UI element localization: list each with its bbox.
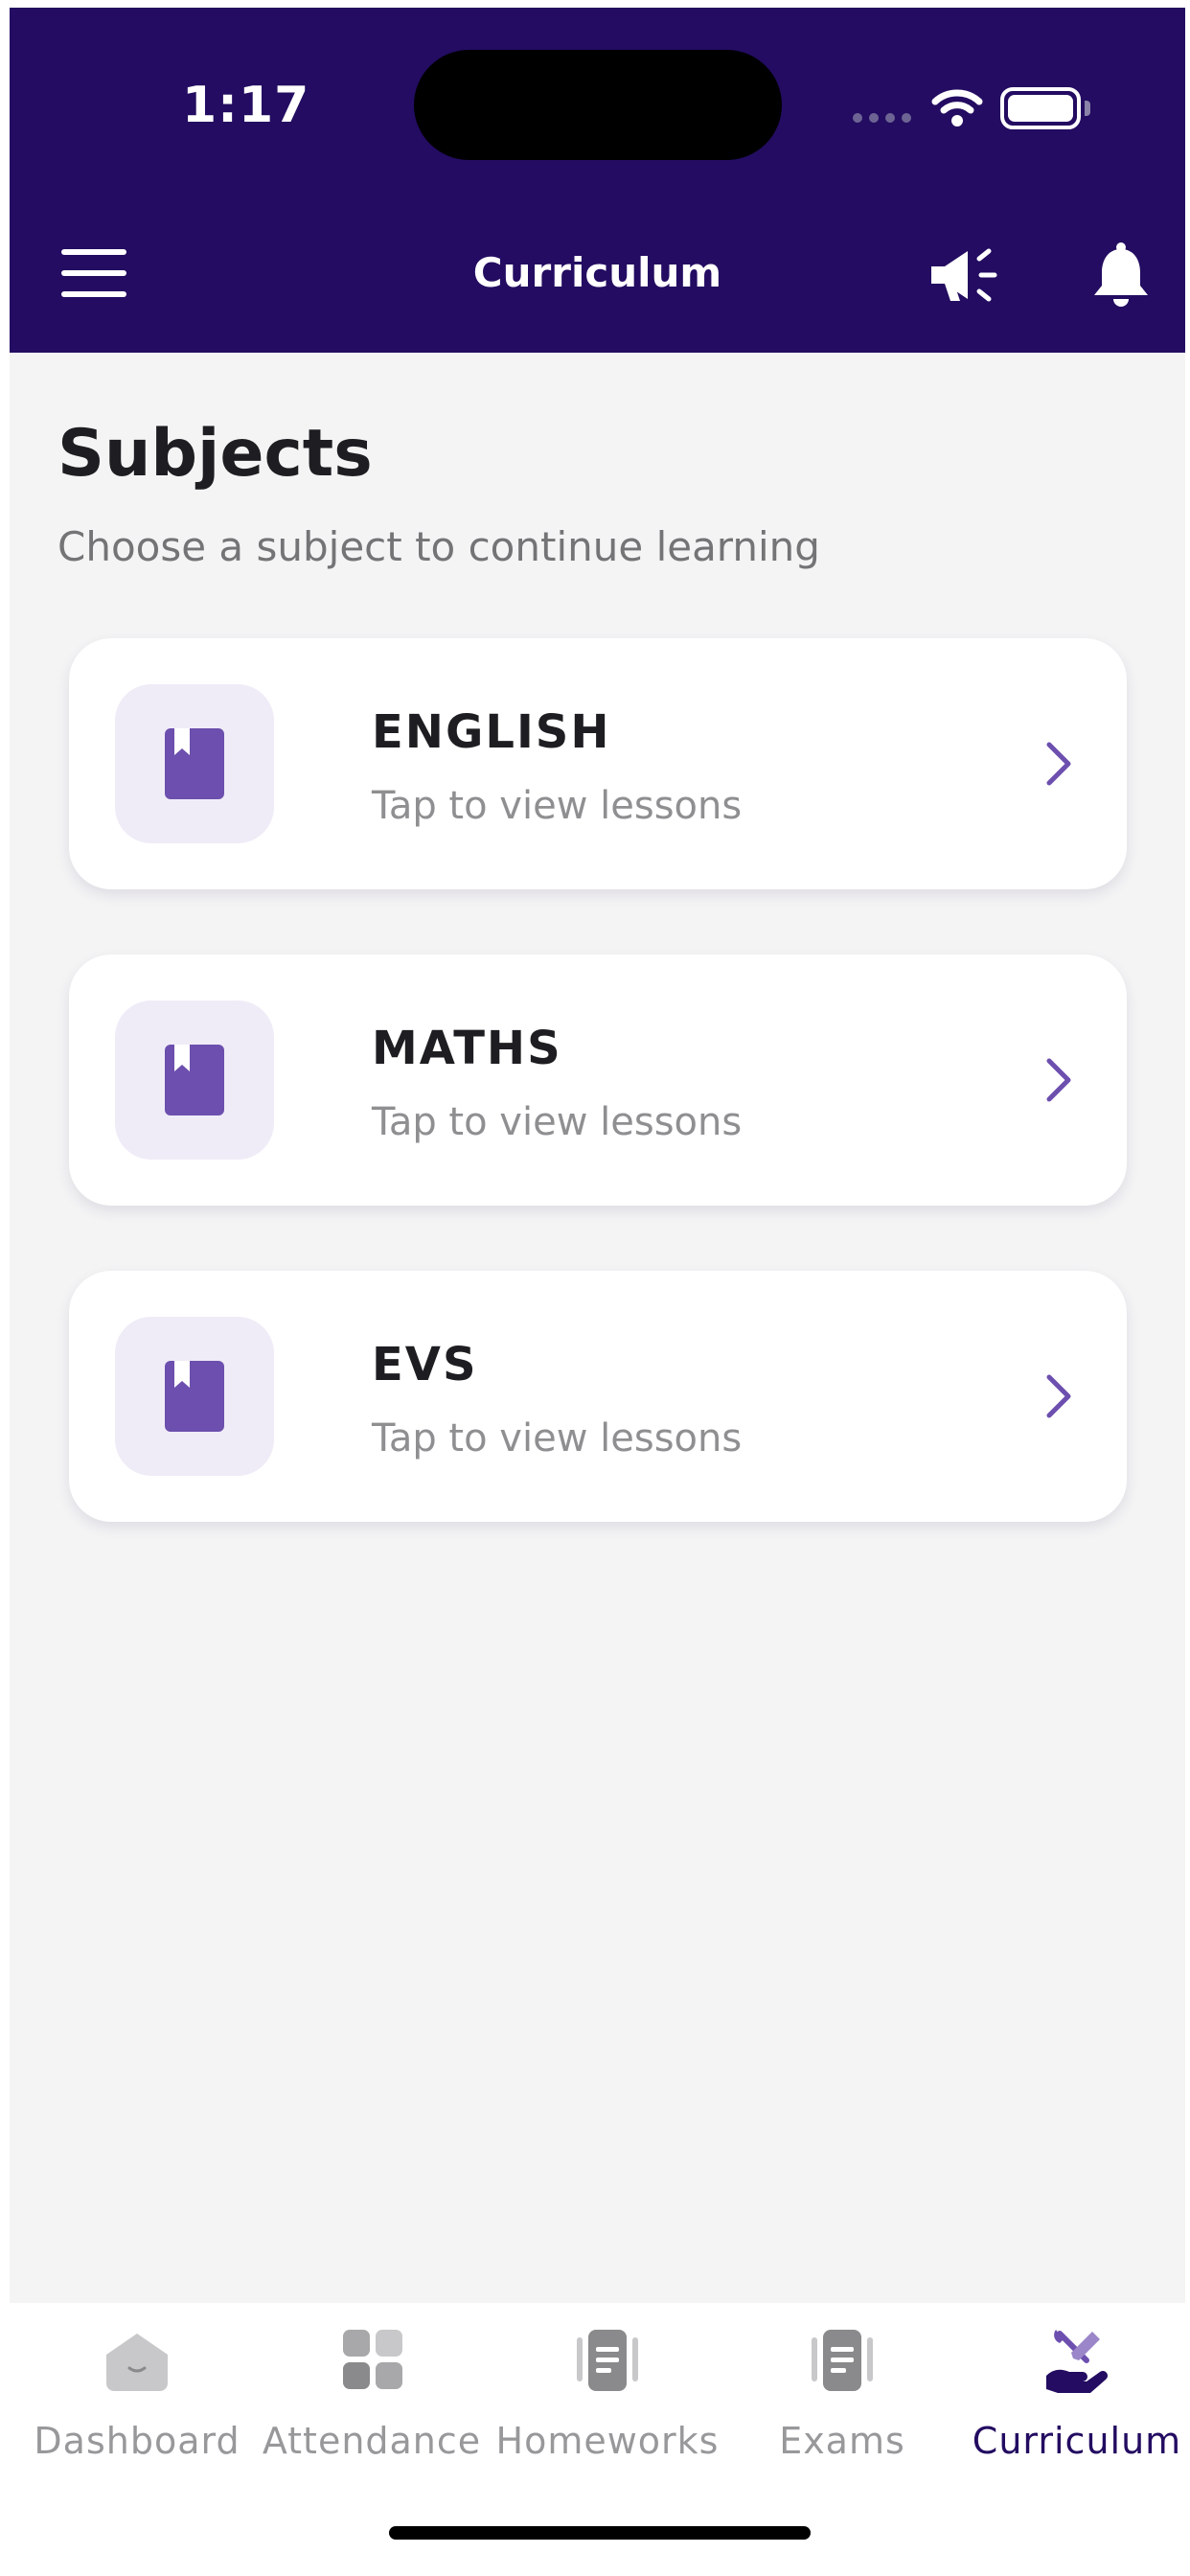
tab-label: Homeworks (495, 2420, 720, 2462)
subject-card-evs[interactable]: EVS Tap to view lessons (69, 1271, 1127, 1522)
megaphone-icon[interactable] (926, 242, 998, 309)
tab-curriculum[interactable]: Curriculum (959, 2326, 1185, 2470)
dynamic-island (414, 50, 782, 160)
tab-attendance[interactable]: Attendance (254, 2326, 490, 2470)
tab-label: Curriculum (972, 2420, 1182, 2462)
subject-name: MATHS (372, 1022, 562, 1075)
tab-exams[interactable]: Exams (724, 2326, 960, 2470)
subject-name: EVS (372, 1338, 478, 1392)
app-header: 1:17 Curriculum (10, 8, 1185, 353)
book-icon (165, 1361, 224, 1432)
document-icon (577, 2330, 638, 2391)
section-subtitle: Choose a subject to continue learning (57, 523, 820, 570)
tab-dashboard[interactable]: Dashboard (19, 2326, 255, 2470)
page-title: Curriculum (472, 249, 722, 296)
book-icon (165, 728, 224, 799)
subject-hint: Tap to view lessons (372, 1100, 743, 1144)
cellular-signal-icon (853, 113, 911, 123)
status-time: 1:17 (182, 77, 310, 134)
tools-hand-icon (1046, 2330, 1108, 2393)
tab-label: Attendance (262, 2420, 482, 2462)
tab-homeworks[interactable]: Homeworks (490, 2326, 725, 2470)
subject-icon-box (115, 684, 274, 843)
battery-icon (1000, 87, 1081, 129)
chevron-right-icon (1046, 742, 1071, 786)
subject-icon-box (115, 1317, 274, 1476)
subject-icon-box (115, 1000, 274, 1160)
subject-card-english[interactable]: ENGLISH Tap to view lessons (69, 638, 1127, 889)
section-title: Subjects (57, 416, 373, 492)
subject-hint: Tap to view lessons (372, 1416, 743, 1460)
home-icon (106, 2334, 168, 2391)
notification-bell-icon[interactable] (1090, 242, 1152, 310)
chevron-right-icon (1046, 1374, 1071, 1418)
home-indicator (389, 2526, 811, 2540)
tab-label: Exams (779, 2420, 905, 2462)
grid-icon (343, 2330, 402, 2389)
document-icon (812, 2330, 873, 2391)
book-icon (165, 1045, 224, 1116)
chevron-right-icon (1046, 1058, 1071, 1102)
wifi-icon (931, 89, 983, 126)
subject-hint: Tap to view lessons (372, 784, 743, 828)
battery-tip (1085, 101, 1090, 116)
subject-card-maths[interactable]: MATHS Tap to view lessons (69, 954, 1127, 1206)
subject-name: ENGLISH (372, 705, 611, 759)
app-screen: 1:17 Curriculum Subjects Choose a subjec (10, 8, 1185, 2568)
